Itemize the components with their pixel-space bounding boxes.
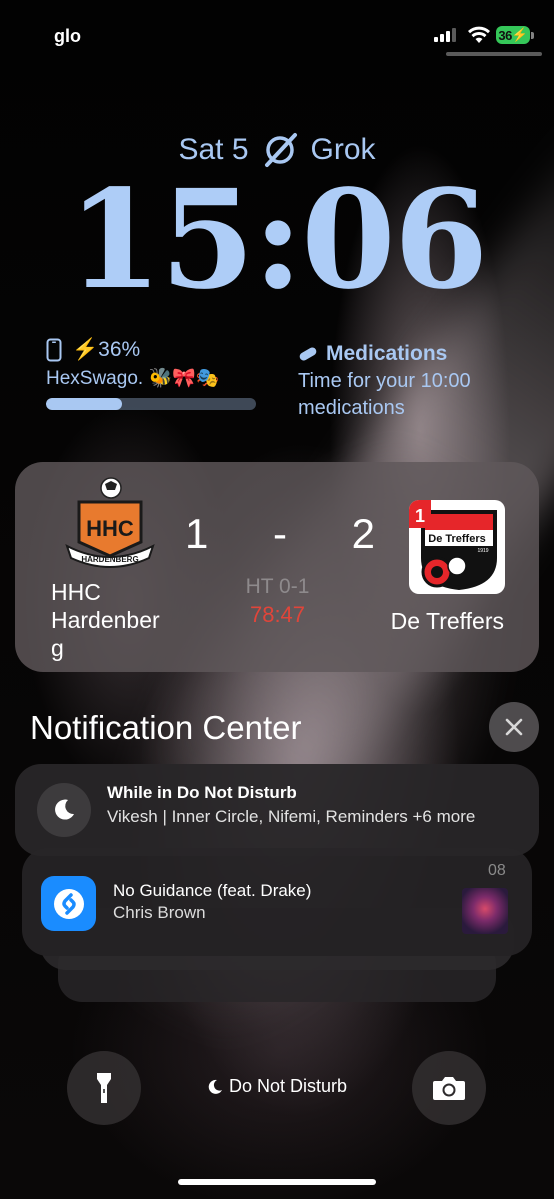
wifi-icon xyxy=(468,26,490,43)
phone-icon xyxy=(46,338,62,362)
dnd-title: While in Do Not Disturb xyxy=(107,783,297,802)
moon-icon xyxy=(37,783,91,837)
score-line: 1 - 2 xyxy=(185,510,375,560)
home-score: 1 xyxy=(185,510,209,557)
pill-icon xyxy=(299,347,317,361)
home-team-name: HHC Hardenber g xyxy=(51,579,160,661)
battery-indicator: 36 ⚡ xyxy=(496,26,530,44)
battery-widget-percent: 36% xyxy=(98,338,141,361)
focus-label: Do Not Disturb xyxy=(228,1076,348,1096)
away-logo-badge: 1 xyxy=(415,506,425,526)
dnd-subtitle: Vikesh | Inner Circle, Nifemi, Reminders… xyxy=(107,807,476,826)
live-score-activity[interactable]: HHC HARDENBERG 1 - 2 De Treffers 1919 1 … xyxy=(15,462,539,672)
notification-center-title: Notification Center xyxy=(30,709,302,746)
notification-time: 08 xyxy=(488,862,506,879)
home-indicator[interactable] xyxy=(178,1179,376,1185)
de-treffers-logo: De Treffers 1919 1 xyxy=(409,500,505,594)
charging-bolt-icon: ⚡ xyxy=(72,338,99,361)
hhc-hardenberg-logo: HHC HARDENBERG xyxy=(65,477,155,568)
carrier-name: glo xyxy=(54,26,81,46)
clear-notifications-button[interactable] xyxy=(489,702,539,752)
song-title: No Guidance (feat. Drake) xyxy=(113,881,312,900)
battery-widget[interactable]: ⚡ 36% HexSwago. 🐝🎀🎭 xyxy=(46,338,258,410)
bolt-icon: ⚡ xyxy=(511,27,528,42)
music-notification[interactable]: No Guidance (feat. Drake) Chris Brown 08 xyxy=(22,848,532,956)
away-score: 2 xyxy=(351,510,375,557)
close-icon xyxy=(505,718,523,736)
battery-widget-device: HexSwago. xyxy=(46,368,144,389)
medications-title: Medications xyxy=(326,342,448,365)
away-logo-text: De Treffers xyxy=(428,533,485,545)
song-artist: Chris Brown xyxy=(113,903,206,922)
do-not-disturb-summary[interactable]: While in Do Not Disturb Vikesh | Inner C… xyxy=(15,764,539,856)
moon-small-icon xyxy=(208,1079,222,1094)
away-logo-year: 1919 xyxy=(477,548,488,554)
album-art xyxy=(462,888,508,934)
medications-text: Time for your 10:00 medications xyxy=(298,370,471,419)
battery-level: 36 xyxy=(498,27,512,43)
battery-widget-bar-fill xyxy=(46,398,122,410)
score-separator: - xyxy=(273,510,287,557)
battery-cap xyxy=(531,32,534,39)
cellular-signal-icon xyxy=(434,28,460,42)
home-logo-text: HHC xyxy=(86,516,134,541)
device-emoji: 🐝🎀🎭 xyxy=(148,368,220,389)
battery-widget-bar xyxy=(46,398,256,410)
shazam-icon xyxy=(41,876,96,931)
medications-widget[interactable]: Medications Time for your 10:00 medicati… xyxy=(298,342,518,422)
control-center-grabber[interactable] xyxy=(446,52,542,56)
home-logo-banner: HARDENBERG xyxy=(81,555,138,564)
away-team-name: De Treffers xyxy=(390,608,504,634)
lock-time: 15:06 xyxy=(67,160,489,320)
status-bar: glo 36 ⚡ xyxy=(0,24,554,48)
camera-icon xyxy=(433,1077,465,1100)
half-time-score: HT 0-1 xyxy=(245,575,310,598)
camera-button[interactable] xyxy=(412,1051,486,1125)
match-clock: 78:47 xyxy=(249,602,306,627)
